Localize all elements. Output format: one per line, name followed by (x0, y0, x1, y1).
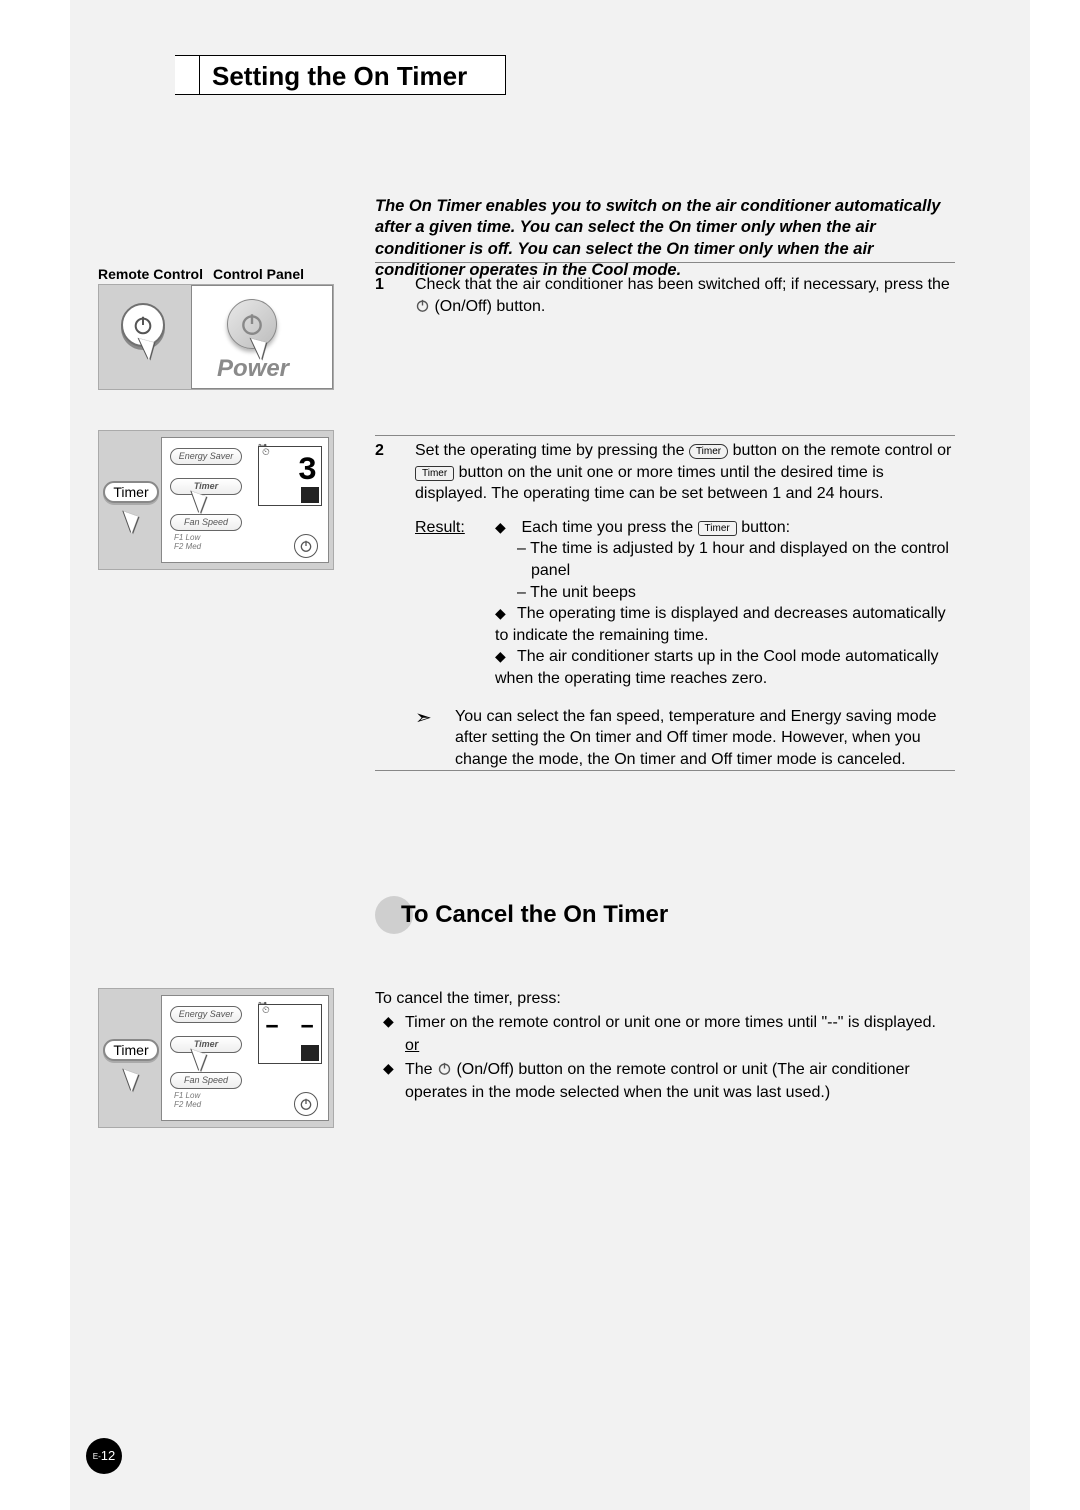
timer-box: Timer (698, 521, 737, 536)
note-row: ➣ You can select the fan speed, temperat… (415, 706, 955, 771)
text: Set the operating time by pressing the (415, 442, 689, 459)
remote-timer-btn: Timer (103, 481, 159, 503)
timer-box: Timer (415, 466, 454, 481)
intro-paragraph: The On Timer enables you to switch on th… (375, 196, 955, 282)
panel-fan-speed: Fan Speed (170, 1072, 242, 1089)
panel-energy-saver: Energy Saver (170, 448, 242, 465)
col-remote: Remote Control (98, 266, 213, 282)
timer-pill: Timer (689, 444, 728, 459)
step-number: 1 (375, 274, 415, 319)
lcd-display: ⏲ – – (258, 1004, 322, 1064)
lcd-value: – – (259, 1016, 321, 1037)
text: button on the remote control or (733, 442, 952, 459)
cancel-item-body: Timer on the remote control or unit one … (405, 1012, 955, 1057)
sub-bullet: – The unit beeps (495, 582, 955, 604)
cancel-instructions: To cancel the timer, press: ◆ Timer on t… (375, 988, 955, 1104)
section-title: Setting the On Timer (175, 55, 506, 95)
result-label: Result: (415, 517, 495, 690)
divider (375, 770, 955, 771)
step-1: 1 Check that the air conditioner has bee… (375, 274, 955, 319)
text: (On/Off) button. (434, 298, 545, 315)
panel-energy-saver: Energy Saver (170, 1006, 242, 1023)
remote-timer-btn: Timer (103, 1039, 159, 1061)
text: Each time you press the (521, 519, 697, 536)
illus-timer-set: Energy Saver Timer Fan Speed F1 LowF2 Me… (98, 430, 334, 570)
power-word: Power (217, 355, 289, 383)
step-2: 2 Set the operating time by pressing the… (375, 440, 955, 770)
step-number: 2 (375, 440, 415, 770)
panel-sub-label: F1 LowF2 Med (174, 534, 201, 552)
bullet-icon: ◆ (375, 1059, 405, 1104)
illus-power-buttons: Power (98, 284, 334, 390)
page-number: E-12 (86, 1438, 122, 1474)
power-icon (415, 298, 430, 320)
divider (375, 262, 955, 263)
bullet-icon: ◆ (495, 604, 517, 623)
text: The operating time is displayed and decr… (495, 605, 946, 644)
mini-power-icon (294, 534, 318, 558)
text: The air conditioner starts up in the Coo… (495, 648, 939, 687)
step-body: Check that the air conditioner has been … (415, 274, 955, 319)
mini-power-icon (294, 1092, 318, 1116)
bullet-icon: ◆ (495, 518, 517, 537)
column-headers: Remote Control Control Panel (98, 266, 338, 282)
bullet-icon: ◆ (495, 647, 517, 666)
power-icon (437, 1061, 452, 1083)
step-body: Set the operating time by pressing the T… (415, 440, 955, 770)
sub-bullet: – The time is adjusted by 1 hour and dis… (495, 538, 955, 581)
lcd-value: 3 (259, 458, 321, 484)
text: Check that the air conditioner has been … (415, 276, 950, 293)
note-body: You can select the fan speed, temperatur… (455, 706, 955, 771)
section-title-text: Setting the On Timer (200, 56, 506, 94)
bullet-icon: ◆ (375, 1012, 405, 1057)
divider (375, 435, 955, 436)
panel-sub-label: F1 LowF2 Med (174, 1092, 201, 1110)
note-arrow-icon: ➣ (415, 706, 455, 728)
text: button: (741, 519, 790, 536)
cancel-item-body: The (On/Off) button on the remote contro… (405, 1059, 955, 1104)
panel-fan-speed: Fan Speed (170, 514, 242, 531)
text: button on the unit one or more times unt… (415, 464, 884, 503)
lcd-display: ⏲ 3 (258, 446, 322, 506)
result-body: ◆ Each time you press the Timer button: … (495, 517, 955, 690)
cursor-icon (123, 1062, 150, 1091)
illus-timer-cancel: Energy Saver Timer Fan Speed F1 LowF2 Me… (98, 988, 334, 1128)
sub-heading: To Cancel the On Timer (375, 896, 668, 934)
cancel-intro: To cancel the timer, press: (375, 988, 955, 1010)
col-panel: Control Panel (213, 266, 304, 282)
sub-heading-text: To Cancel the On Timer (401, 901, 668, 929)
cursor-icon (123, 504, 150, 533)
